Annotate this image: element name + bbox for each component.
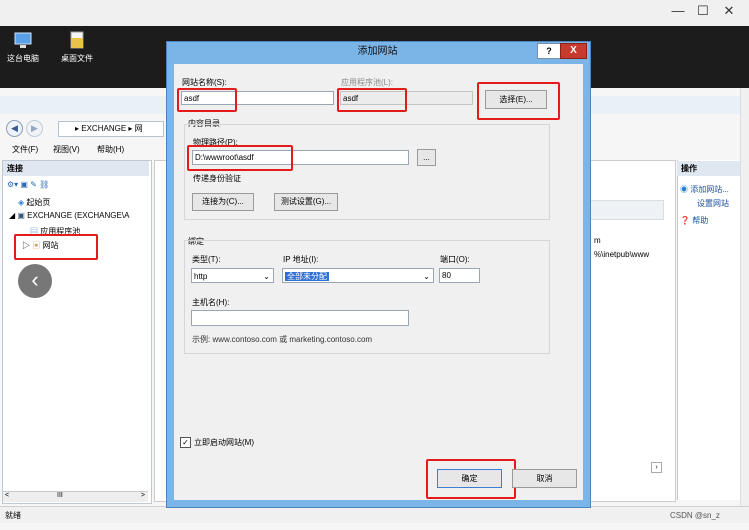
scroll-right-arrow[interactable]: > bbox=[141, 492, 145, 499]
maximize-button[interactable]: ☐ bbox=[690, 3, 716, 19]
type-label: 类型(T): bbox=[192, 255, 221, 264]
back-circle-button[interactable]: ‹ bbox=[18, 264, 52, 298]
port-label: 端口(O): bbox=[440, 255, 470, 264]
computer-icon bbox=[14, 32, 32, 48]
site-name-label: 网站名称(S): bbox=[182, 78, 227, 87]
select-app-pool-button[interactable]: 选择(E)... bbox=[485, 90, 547, 109]
content-text: m bbox=[594, 236, 601, 245]
chevron-down-icon: ⌄ bbox=[263, 272, 270, 281]
watermark-text: CSDN @sn_z bbox=[670, 511, 720, 520]
type-select-value: http bbox=[194, 272, 208, 281]
physical-path-input[interactable]: D:\wwwroot\asdf bbox=[192, 150, 409, 165]
desktop-icon-label: 这台电脑 bbox=[7, 54, 39, 63]
menu-file[interactable]: 文件(F) bbox=[12, 144, 38, 155]
status-text: 就绪 bbox=[5, 511, 21, 520]
action-site-defaults[interactable]: 设置网站 bbox=[697, 198, 729, 209]
physical-path-label: 物理路径(P): bbox=[193, 138, 238, 147]
desktop-icon-this-pc[interactable]: 这台电脑 bbox=[0, 30, 46, 64]
scroll-left-arrow[interactable]: < bbox=[5, 492, 9, 499]
desktop-icon-label: 桌面文件 bbox=[61, 54, 93, 63]
host-example-text: 示例: www.contoso.com 或 marketing.contoso.… bbox=[192, 335, 373, 344]
content-path-text: %\inetpub\www bbox=[594, 250, 650, 259]
action-help[interactable]: ❓ 帮助 bbox=[680, 215, 708, 226]
passthrough-auth-label: 传递身份验证 bbox=[193, 174, 241, 183]
window-titlebar bbox=[0, 0, 749, 26]
actions-panel bbox=[677, 160, 748, 500]
test-settings-button[interactable]: 测试设置(G)... bbox=[274, 193, 338, 211]
ok-button[interactable]: 确定 bbox=[437, 469, 502, 488]
status-bar: 就绪 bbox=[0, 506, 749, 523]
minimize-button[interactable]: — bbox=[665, 3, 691, 18]
dialog-help-button[interactable]: ? bbox=[537, 43, 561, 59]
host-label: 主机名(H): bbox=[192, 298, 230, 307]
type-select[interactable]: http ⌄ bbox=[191, 268, 274, 283]
dialog-title: 添加网站 bbox=[357, 46, 398, 57]
start-site-checkbox[interactable]: ✓ bbox=[180, 437, 191, 448]
site-name-input[interactable]: asdf bbox=[181, 91, 334, 105]
address-segment[interactable]: ▸ EXCHANGE ▸ 网 bbox=[59, 124, 143, 133]
app-pool-input: asdf bbox=[340, 91, 473, 105]
back-nav-button[interactable]: ◀ bbox=[6, 120, 23, 137]
ip-label: IP 地址(I): bbox=[283, 255, 319, 264]
action-add-site[interactable]: ◉ 添加网站... bbox=[680, 184, 729, 195]
dialog-close-button[interactable]: X bbox=[560, 43, 587, 59]
app-pool-label: 应用程序池(L): bbox=[341, 78, 393, 87]
address-bar[interactable]: ▸ EXCHANGE ▸ 网 bbox=[58, 121, 164, 137]
menu-bar: 文件(F) 视图(V) 帮助(H) bbox=[0, 141, 170, 156]
tree-item-server[interactable]: ◢ ▣ EXCHANGE (EXCHANGE\A bbox=[9, 211, 129, 220]
connections-title: 连接 bbox=[3, 161, 149, 176]
content-column-header bbox=[590, 200, 664, 220]
desktop-icon-files[interactable]: 桌面文件 bbox=[54, 30, 100, 64]
folder-icon bbox=[70, 31, 84, 49]
ip-select-value: 全部未分配 bbox=[285, 272, 329, 281]
tree-item-start-page[interactable]: ◈ 起始页 bbox=[18, 197, 50, 208]
cancel-button[interactable]: 取消 bbox=[512, 469, 577, 488]
chevron-down-icon: ⌄ bbox=[423, 272, 430, 281]
horizontal-scrollbar[interactable]: < III > bbox=[3, 491, 148, 502]
tree-item-sites[interactable]: ▷ ▣ 网站 bbox=[22, 240, 58, 251]
host-input[interactable] bbox=[191, 310, 409, 326]
browse-path-button[interactable]: ... bbox=[417, 149, 436, 166]
scroll-thumb[interactable]: III bbox=[57, 492, 63, 499]
menu-help[interactable]: 帮助(H) bbox=[97, 144, 124, 155]
menu-view[interactable]: 视图(V) bbox=[53, 144, 80, 155]
ip-select[interactable]: 全部未分配 ⌄ bbox=[282, 268, 434, 283]
forward-nav-button[interactable]: ▶ bbox=[26, 120, 43, 137]
content-scroll-right[interactable]: › bbox=[651, 462, 662, 473]
actions-title: 操作 bbox=[677, 161, 747, 176]
port-input[interactable]: 80 bbox=[439, 268, 480, 283]
tree-item-app-pools[interactable]: ▤ 应用程序池 bbox=[30, 226, 80, 237]
vertical-scrollbar[interactable] bbox=[740, 88, 749, 506]
connections-toolbar[interactable]: ⚙▾ ▣ ✎ ⛓ bbox=[7, 180, 49, 189]
close-window-button[interactable]: ✕ bbox=[716, 3, 742, 19]
connect-as-button[interactable]: 连接为(C)... bbox=[192, 193, 254, 211]
start-site-label: 立即启动网站(M) bbox=[194, 438, 254, 447]
